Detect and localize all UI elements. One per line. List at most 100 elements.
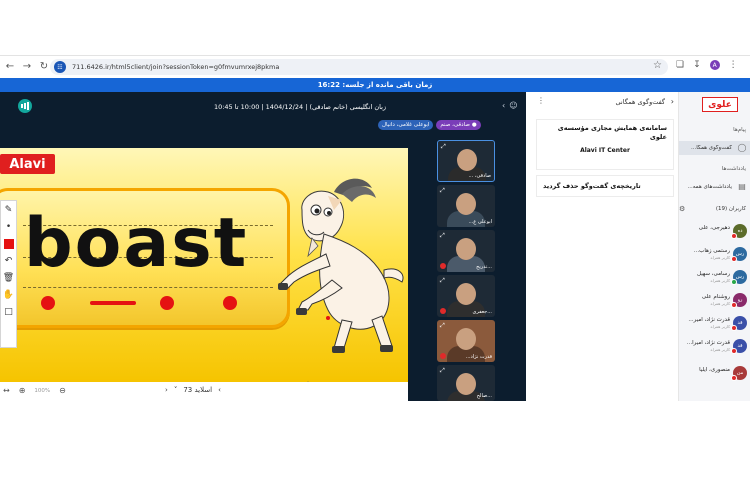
slide-number-select[interactable]: اسلاید 73 [183,386,212,394]
download-icon[interactable]: ↧ [693,60,701,70]
user-list-item[interactable]: رس رسامی، سهیل کاربر همراه [679,266,750,288]
brand-logo: Alavi [0,154,55,174]
bookmark-star-icon[interactable]: ☆ [653,60,662,71]
connection-stats-icon[interactable] [18,99,32,113]
whiteboard-toolbar: ✎ • ↶ 🗑 ✋ □ [0,200,17,348]
menu-kebab-icon[interactable]: ⋮ [729,60,738,70]
guide-line [23,287,273,288]
welcome-message-sender: Alavi IT Center [580,147,630,154]
chat-cleared-message: تاریخچه‌ی گفت‌وگو حذف گردید [536,175,674,197]
video-participant-name: ابوعلی غ... [468,219,492,225]
whiteboard-mode-icon[interactable]: □ [3,306,15,318]
mic-muted-icon [731,325,737,331]
user-name: رسامی، سهیل [697,271,730,277]
expand-icon[interactable]: ⤢ [440,322,445,330]
expand-icon[interactable]: ⤢ [440,277,445,285]
video-participant-name: ...صالح [476,393,492,399]
user-role: کاربر همراه [710,278,730,283]
trash-icon[interactable]: 🗑 [3,272,15,284]
fit-width-icon[interactable]: ↔ [3,386,10,395]
forward-icon[interactable]: → [20,60,34,74]
address-bar[interactable]: ☷ 711.6426.ir/html5client/join?sessionTo… [50,59,668,75]
mic-muted-icon [731,233,737,239]
notes-section-label: یادداشت‌ها [721,166,746,172]
thickness-dot-icon[interactable]: • [3,221,15,233]
chat-back-chevron-icon[interactable]: ‹ [671,97,674,106]
video-tile[interactable]: ⤢ ابوعلی غ... [437,185,495,227]
phonics-dot [41,296,55,310]
slide-controls: ↔ ⊕ 100% ⊖ › اسلاید 73 ˅ ‹ [0,382,408,401]
sidebar-item-label: گفت‌وگوی همگا... [690,145,732,151]
gear-icon[interactable]: ⚙ [679,205,685,213]
user-list-item[interactable]: رس رستمی زهاب... کاربر همراه [679,243,750,265]
next-slide-icon[interactable]: › [218,386,221,394]
meeting-title: زبان انگلیسی (خانم صادقی) | 1404/12/24 |… [213,103,387,111]
chevron-down-icon[interactable]: ˅ [174,386,178,394]
phonics-dot [160,296,174,310]
user-role: کاربر همراه [710,255,730,260]
video-participant-name: ...تدریج [476,264,492,270]
color-picker[interactable] [3,238,15,250]
welcome-message: سامانه‌ی همایش مجازی مؤسسه‌ی علوی Alavi … [536,119,674,170]
user-list-item[interactable]: قد قدرت نژاد، امیرا... کاربر همراه [679,335,750,357]
zoom-level: 100% [34,387,51,394]
mic-muted-icon [731,256,737,262]
back-icon[interactable]: ← [3,60,17,74]
expand-icon[interactable]: ⤢ [441,143,446,151]
alavi-logo: علوی [702,97,738,112]
user-list-item[interactable]: من منصوری، آیلیا [679,362,750,384]
expand-icon[interactable]: ⤢ [440,232,445,240]
zoom-in-icon[interactable]: ⊕ [19,386,26,395]
user-name: روشنام علی [701,294,730,300]
expand-icon[interactable]: ⤢ [440,187,445,195]
person-face [456,373,476,395]
phonics-dot [223,296,237,310]
extensions-icon[interactable]: ❏ [676,60,684,70]
users-header: کاربران (19) ⚙ [679,204,746,214]
meeting-header: زبان انگلیسی (خانم صادقی) | 1404/12/24 |… [0,92,526,120]
chat-bubble-icon: ◯ [737,143,747,152]
video-tile[interactable]: ⤢ ...تدریج [437,230,495,272]
person-face [456,328,476,350]
reload-icon[interactable]: ↻ [37,60,51,74]
users-sidebar: علوی پیام‌ها ◯ گفت‌وگوی همگا... یادداشت‌… [679,92,750,401]
chat-panel: ‹ گفت‌وگوی همگانی ⋮ سامانه‌ی همایش مجازی… [526,92,679,401]
mic-muted-icon [440,308,446,314]
pan-hand-icon[interactable]: ✋ [3,289,15,301]
prev-slide-icon[interactable]: ‹ [165,386,168,394]
user-list-item[interactable]: ده دهیرجی، علی [679,220,750,242]
chevron-left-icon[interactable]: ‹ [502,101,505,110]
user-list-item[interactable]: رو روشنام علی کاربر همراه [679,289,750,311]
user-icon[interactable]: ☺ [509,101,517,110]
notes-icon: ▤ [738,182,746,191]
pencil-tool-icon[interactable]: ✎ [3,204,15,216]
mic-icon: ● [471,122,477,128]
video-tile[interactable]: ⤢ قدرت نژاد... [437,320,495,362]
browser-toolbar: ← → ↻ ☷ 711.6426.ir/html5client/join?ses… [0,55,750,77]
mic-muted-icon [731,302,737,308]
url-text[interactable]: 711.6426.ir/html5client/join?sessionToke… [72,63,279,71]
presentation-slide[interactable]: Alavi boast [0,148,408,382]
sidebar-item-shared-notes[interactable]: ▤ یادداشت‌های همه... [679,180,750,194]
blank-bottom-area [0,401,750,480]
sidebar-item-label: یادداشت‌های همه... [687,184,732,190]
goat-illustration [278,178,404,353]
user-list-item[interactable]: قد قدرت نژاد، امیر... کاربر همراه [679,312,750,334]
zoom-out-icon[interactable]: ⊖ [59,386,66,395]
vocabulary-word: boast [24,204,249,283]
profile-avatar[interactable]: A [709,60,720,70]
sidebar-item-public-chat[interactable]: ◯ گفت‌وگوی همگا... [679,141,750,155]
undo-icon[interactable]: ↶ [3,255,15,267]
user-role: کاربر همراه [710,347,730,352]
video-tile[interactable]: ⤢ ...جعفری [437,275,495,317]
session-time-banner: زمان باقی مانده از جلسه: 16:22 [0,78,750,92]
site-info-icon[interactable]: ☷ [54,61,66,73]
user-name: قدرت نژاد، امیر... [688,317,730,323]
video-tile[interactable]: ⤢ صادقی، ... [437,140,495,182]
video-participant-name: قدرت نژاد... [465,354,492,360]
chat-options-icon[interactable]: ⋮ [537,96,545,105]
mic-muted-icon [440,353,446,359]
users-title: کاربران (19) [715,206,746,212]
video-tile[interactable]: ⤢ ...صالح [437,365,495,401]
expand-icon[interactable]: ⤢ [440,367,445,375]
